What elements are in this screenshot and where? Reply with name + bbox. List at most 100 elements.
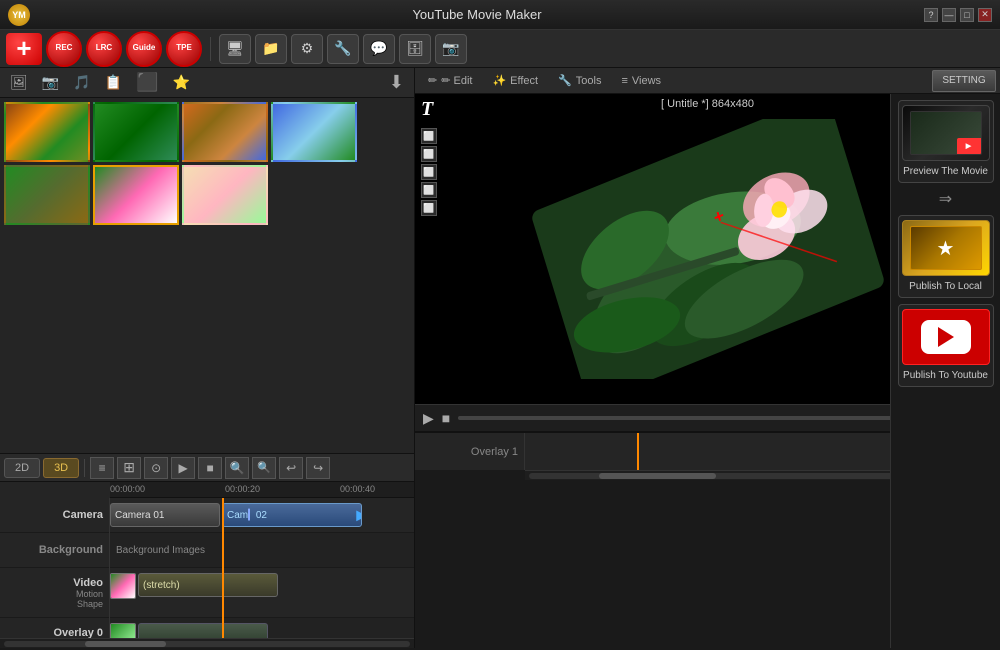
thumb-flowers2[interactable] [182, 165, 268, 225]
left-panel: 🖼 📷 🎵 📋 ⬛ ⭐ ⬇ 2D 3D [0, 68, 415, 648]
align-h-top[interactable]: ⬜ [421, 128, 437, 144]
tpe-button[interactable]: TPE [166, 31, 202, 67]
timeline-stop-btn[interactable]: ■ [198, 457, 222, 479]
thumb-path[interactable] [4, 165, 90, 225]
app-logo: YM [8, 4, 30, 26]
help-button[interactable]: ? [924, 8, 938, 22]
thumb-autumn[interactable] [4, 102, 90, 162]
edit-tab[interactable]: ✏ ✏ Edit [419, 71, 481, 90]
media-star-btn[interactable]: ⭐ [169, 72, 194, 93]
thumb-flowers1[interactable] [93, 165, 179, 225]
timeline-tabs: 2D 3D ≡ ⊞ ⊙ ▶ ■ 🔍 🔍 ↩ ↪ [0, 454, 414, 482]
chat-tool-button[interactable]: 💬 [363, 34, 395, 64]
thumb-lake[interactable] [271, 102, 357, 162]
main-area: 🖼 📷 🎵 📋 ⬛ ⭐ ⬇ 2D 3D [0, 68, 1000, 648]
views-tab[interactable]: ≡ Views [612, 72, 670, 90]
settings-tool-button[interactable]: ⚙ [291, 34, 323, 64]
media-download-btn[interactable]: ⬇ [385, 70, 408, 95]
timeline-ruler: 00:00:00 00:00:20 00:00:40 00:01:00 [110, 482, 414, 498]
minimize-button[interactable]: — [942, 8, 956, 22]
lrc-button[interactable]: LRC [86, 31, 122, 67]
timeline-undo-btn[interactable]: ↩ [279, 457, 303, 479]
close-button[interactable]: ✕ [978, 8, 992, 22]
thumb-desert[interactable] [182, 102, 268, 162]
setting-button[interactable]: SETTING [932, 70, 996, 92]
play-button[interactable]: ▶ [423, 410, 434, 427]
app-title: YouTube Movie Maker [30, 7, 924, 22]
publish-local-button[interactable]: ★ Publish To Local [898, 215, 994, 298]
publish-local-icon: ★ [902, 220, 990, 276]
overlay1-label: Overlay 1 [471, 446, 518, 458]
media-clips-btn[interactable]: 📋 [101, 72, 126, 93]
align-v[interactable]: ⬜ [421, 182, 437, 198]
publish-local-label: Publish To Local [909, 280, 982, 293]
timeline-record-btn[interactable]: ⊙ [144, 457, 168, 479]
overlay0-track-label: Overlay 0 Motion Shape [0, 618, 109, 638]
wrench-tool-button[interactable]: 🔧 [327, 34, 359, 64]
timeline-scrollbar[interactable] [0, 638, 414, 648]
tracks-container: Camera Background Video Motion Shape Ove… [0, 498, 414, 638]
guide-button[interactable]: Guide [126, 31, 162, 67]
camera-block-2[interactable]: Cam▎02 ▶ [222, 503, 362, 527]
timeline-cursor [222, 498, 224, 638]
background-block: Background Images [112, 538, 209, 562]
preview-movie-label: Preview The Movie [903, 165, 988, 178]
align-h-bottom[interactable]: ⬜ [421, 164, 437, 180]
right-panel: ✏ ✏ Edit ✨ Effect 🔧 Tools ≡ Views SETTIN… [415, 68, 1000, 648]
scroll-track[interactable] [4, 641, 410, 647]
ruler-tick-40: 00:00:40 [340, 484, 375, 494]
media-toolbar: 🖼 📷 🎵 📋 ⬛ ⭐ ⬇ [0, 68, 414, 98]
media-audio-btn[interactable]: 🎵 [69, 72, 94, 93]
thumb-forest[interactable] [93, 102, 179, 162]
preview-svg: + [518, 119, 898, 379]
timeline-add-clip-btn[interactable]: ⊞ [117, 457, 141, 479]
preview-movie-button[interactable]: ▶ Preview The Movie [898, 100, 994, 183]
tools-tabs-bar: ✏ ✏ Edit ✨ Effect 🔧 Tools ≡ Views SETTIN… [415, 68, 1000, 94]
track-content: Camera 01 Cam▎02 ▶ Background Images [110, 498, 414, 638]
camera-track-row: Camera 01 Cam▎02 ▶ [110, 498, 414, 533]
rec-button[interactable]: REC [46, 31, 82, 67]
seek-bar[interactable] [458, 416, 932, 420]
folder-tool-button[interactable]: 📁 [255, 34, 287, 64]
tab-3d[interactable]: 3D [43, 458, 79, 478]
overlay0-block[interactable] [138, 623, 268, 638]
add-button[interactable]: + [6, 33, 42, 65]
video-track-row: (stretch) [110, 568, 414, 618]
background-track-label: Background [0, 533, 109, 568]
thumbnails-grid [0, 98, 414, 453]
window-controls: ? — □ ✕ [924, 8, 992, 22]
media-images-btn[interactable]: 🖼 [6, 72, 32, 93]
db-tool-button[interactable]: 🗄 [399, 34, 431, 64]
timeline-list-btn[interactable]: ≡ [90, 457, 114, 479]
timeline-redo-btn[interactable]: ↪ [306, 457, 330, 479]
publish-youtube-icon [902, 309, 990, 365]
track-labels: Camera Background Video Motion Shape Ove… [0, 498, 110, 638]
tools-tab[interactable]: 🔧 Tools [549, 71, 610, 90]
screen-tool-button[interactable]: 🖥 [219, 34, 251, 64]
tab-2d[interactable]: 2D [4, 458, 40, 478]
timeline-zoom-out-btn[interactable]: 🔍 [225, 457, 249, 479]
align-h-center[interactable]: ⬜ [421, 146, 437, 162]
main-toolbar: + REC LRC Guide TPE 🖥 📁 ⚙ 🔧 💬 🗄 📷 [0, 30, 1000, 68]
timeline-zoom-in-btn[interactable]: 🔍 [252, 457, 276, 479]
align-full[interactable]: ⬜ [421, 200, 437, 216]
publish-panel: ▶ Preview The Movie ⇒ ★ Publish To Local [890, 94, 1000, 648]
ruler-tick-0: 00:00:00 [110, 484, 145, 494]
timeline-play-btn[interactable]: ▶ [171, 457, 195, 479]
effect-tab[interactable]: ✨ Effect [483, 71, 547, 90]
stop-button[interactable]: ■ [442, 410, 450, 426]
video-block[interactable]: (stretch) [138, 573, 278, 597]
media-effects-btn[interactable]: ⬛ [132, 70, 162, 95]
monitor-tool-button[interactable]: 📷 [435, 34, 467, 64]
media-camera-btn[interactable]: 📷 [38, 72, 63, 93]
scroll-thumb[interactable] [85, 641, 166, 647]
text-tool-button[interactable]: T [421, 98, 433, 121]
publish-arrow: ⇒ [939, 189, 952, 209]
overlay0-track-row [110, 618, 414, 638]
maximize-button[interactable]: □ [960, 8, 974, 22]
camera-track-label: Camera [0, 498, 109, 533]
background-track-row: Background Images [110, 533, 414, 568]
preview-movie-icon: ▶ [902, 105, 990, 161]
publish-youtube-button[interactable]: Publish To Youtube [898, 304, 994, 387]
camera-block-1[interactable]: Camera 01 [110, 503, 220, 527]
